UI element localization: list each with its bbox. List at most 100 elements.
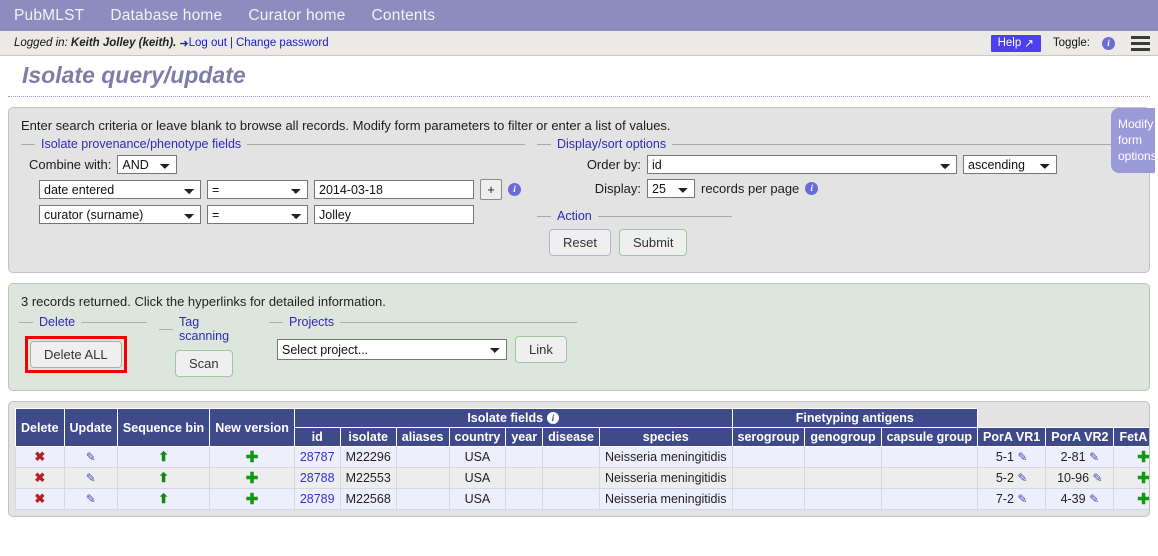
provenance-info-icon[interactable]: i xyxy=(508,183,521,196)
project-select[interactable]: Select project... xyxy=(277,339,507,360)
cell-delete-action[interactable]: ✖ xyxy=(15,446,65,468)
records-per-page-select[interactable]: 25 xyxy=(647,179,695,198)
cell-delete-action[interactable]: ✖ xyxy=(15,488,65,510)
upload-sequence-icon[interactable]: ⬆ xyxy=(158,449,169,464)
col-id[interactable]: id xyxy=(293,427,341,447)
edit-row-icon[interactable]: ✎ xyxy=(86,450,96,464)
delete-row-icon[interactable]: ✖ xyxy=(34,491,45,506)
cell-species: Neisseria meningitidis xyxy=(598,488,733,510)
col-feta-vr[interactable]: FetA VR xyxy=(1113,427,1149,447)
help-button[interactable]: Help ↗ xyxy=(990,34,1041,52)
cell-update-action[interactable]: ✎ xyxy=(63,467,118,489)
cell-id[interactable]: 28789 xyxy=(293,488,341,510)
value-input-1[interactable] xyxy=(314,180,474,199)
modify-form-options-tab[interactable]: Modify form options xyxy=(1111,108,1157,173)
col-aliases[interactable]: aliases xyxy=(395,427,450,447)
col-pora-vr1[interactable]: PorA VR1 xyxy=(977,427,1047,447)
delete-all-button[interactable]: Delete ALL xyxy=(30,341,122,368)
order-by-select[interactable]: id xyxy=(647,155,957,174)
cell-new-version-action[interactable]: ✚ xyxy=(209,488,295,510)
link-project-button[interactable]: Link xyxy=(515,336,567,363)
col-serogroup[interactable]: serogroup xyxy=(731,427,806,447)
col-species[interactable]: species xyxy=(598,427,733,447)
col-year[interactable]: year xyxy=(505,427,544,447)
col-new-version[interactable]: New version xyxy=(209,408,295,447)
edit-pora-vr1-icon[interactable]: ✎ xyxy=(1017,492,1027,506)
cell-capsule-group xyxy=(880,467,979,489)
operator-select-1[interactable]: = xyxy=(207,180,308,199)
change-password-link[interactable]: Change password xyxy=(236,37,329,49)
col-sequence-bin[interactable]: Sequence bin xyxy=(116,408,211,447)
add-feta-vr-icon[interactable]: ✚ xyxy=(1137,470,1149,487)
col-pora-vr2[interactable]: PorA VR2 xyxy=(1045,427,1115,447)
action-legend: Action xyxy=(557,209,592,223)
cell-update-action[interactable]: ✎ xyxy=(63,446,118,468)
edit-pora-vr2-icon[interactable]: ✎ xyxy=(1093,471,1103,485)
cell-sequence-bin-action[interactable]: ⬆ xyxy=(116,467,211,489)
edit-pora-vr2-icon[interactable]: ✎ xyxy=(1089,450,1099,464)
cell-feta-vr[interactable]: ✚ xyxy=(1113,488,1149,510)
col-genogroup[interactable]: genogroup xyxy=(804,427,882,447)
col-country[interactable]: country xyxy=(448,427,507,447)
nav-item-pubmlst[interactable]: PubMLST xyxy=(14,7,84,25)
col-disease[interactable]: disease xyxy=(542,427,600,447)
order-direction-select[interactable]: ascending xyxy=(963,155,1057,174)
value-input-2[interactable] xyxy=(314,205,474,224)
cell-sequence-bin-action[interactable]: ⬆ xyxy=(116,488,211,510)
add-feta-vr-icon[interactable]: ✚ xyxy=(1137,449,1149,466)
new-version-icon[interactable]: ✚ xyxy=(246,491,259,508)
cell-capsule-group xyxy=(880,488,979,510)
isolate-fields-info-icon[interactable]: i xyxy=(547,412,560,424)
cell-disease xyxy=(542,488,600,510)
scan-button[interactable]: Scan xyxy=(175,350,233,377)
nav-item-curator-home[interactable]: Curator home xyxy=(248,7,345,25)
cell-id[interactable]: 28788 xyxy=(293,467,341,489)
cell-new-version-action[interactable]: ✚ xyxy=(209,467,295,489)
delete-row-icon[interactable]: ✖ xyxy=(34,449,45,464)
edit-pora-vr1-icon[interactable]: ✎ xyxy=(1017,471,1027,485)
operator-select-2[interactable]: = xyxy=(207,205,308,224)
cell-sequence-bin-action[interactable]: ⬆ xyxy=(116,446,211,468)
tag-scanning-fieldset: Tag scanning Scan xyxy=(159,315,257,379)
hamburger-menu-icon[interactable] xyxy=(1131,35,1150,51)
col-capsule-group[interactable]: capsule group xyxy=(880,427,979,447)
delete-row-icon[interactable]: ✖ xyxy=(34,470,45,485)
combine-with-select[interactable]: AND xyxy=(117,155,178,174)
submit-button[interactable]: Submit xyxy=(618,229,688,256)
cell-feta-vr[interactable]: ✚ xyxy=(1113,446,1149,468)
col-delete[interactable]: Delete xyxy=(15,408,65,447)
add-criterion-button[interactable]: + xyxy=(480,179,502,200)
upload-sequence-icon[interactable]: ⬆ xyxy=(158,491,169,506)
delete-legend: Delete xyxy=(39,315,76,329)
edit-row-icon[interactable]: ✎ xyxy=(86,471,96,485)
add-feta-vr-icon[interactable]: ✚ xyxy=(1137,491,1149,508)
cell-new-version-action[interactable]: ✚ xyxy=(209,446,295,468)
field-select-1[interactable]: date entered xyxy=(39,180,201,199)
nav-item-contents[interactable]: Contents xyxy=(372,7,436,25)
toggle-label: Toggle: xyxy=(1052,37,1090,49)
nav-item-database-home[interactable]: Database home xyxy=(110,7,222,25)
new-version-icon[interactable]: ✚ xyxy=(246,449,259,466)
cell-year xyxy=(505,488,544,510)
edit-row-icon[interactable]: ✎ xyxy=(86,492,96,506)
cell-delete-action[interactable]: ✖ xyxy=(15,467,65,489)
new-version-icon[interactable]: ✚ xyxy=(246,470,259,487)
edit-pora-vr1-icon[interactable]: ✎ xyxy=(1017,450,1027,464)
logout-link[interactable]: Log out xyxy=(189,37,227,49)
cell-pora-vr1: 5-2 ✎ xyxy=(977,467,1047,489)
cell-id[interactable]: 28787 xyxy=(293,446,341,468)
edit-pora-vr2-icon[interactable]: ✎ xyxy=(1089,492,1099,506)
reset-button[interactable]: Reset xyxy=(549,229,611,256)
cell-feta-vr[interactable]: ✚ xyxy=(1113,467,1149,489)
cell-species: Neisseria meningitidis xyxy=(598,446,733,468)
upload-sequence-icon[interactable]: ⬆ xyxy=(158,470,169,485)
toggle-info-icon[interactable]: i xyxy=(1102,36,1115,50)
display-info-icon[interactable]: i xyxy=(805,182,819,195)
cell-isolate: M22296 xyxy=(339,446,397,468)
col-isolate[interactable]: isolate xyxy=(339,427,397,447)
field-select-2[interactable]: curator (surname) xyxy=(39,205,201,224)
cell-update-action[interactable]: ✎ xyxy=(63,488,118,510)
cell-serogroup xyxy=(731,467,806,489)
cell-country: USA xyxy=(448,467,507,489)
col-update[interactable]: Update xyxy=(63,408,118,447)
